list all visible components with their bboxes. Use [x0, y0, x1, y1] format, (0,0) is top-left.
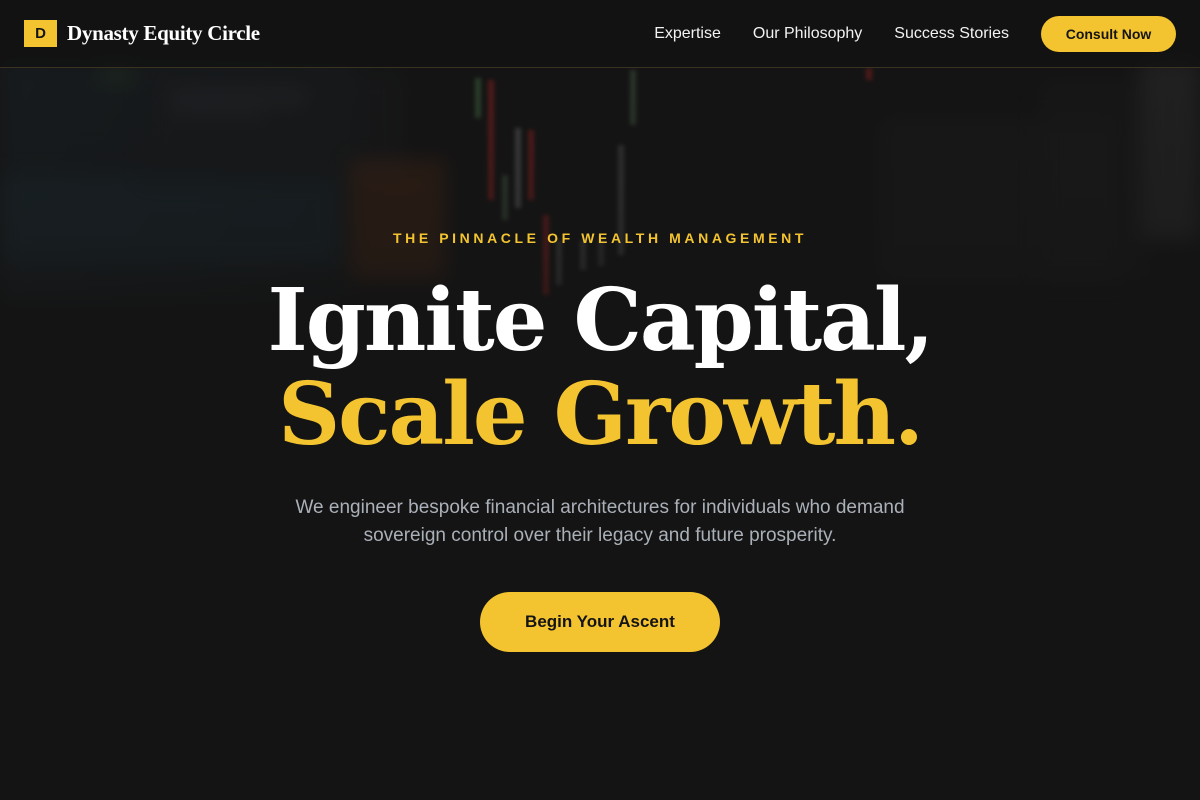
- hero-headline: Ignite Capital, Scale Growth.: [267, 270, 935, 465]
- main-nav: Expertise Our Philosophy Success Stories…: [654, 15, 1176, 52]
- begin-your-ascent-button[interactable]: Begin Your Ascent: [480, 592, 720, 652]
- brand-logo[interactable]: D Dynasty Equity Circle: [24, 20, 260, 47]
- nav-link-our-philosophy[interactable]: Our Philosophy: [753, 25, 862, 43]
- site-header: D Dynasty Equity Circle Expertise Our Ph…: [0, 0, 1200, 68]
- logo-mark: D: [24, 20, 57, 47]
- brand-name: Dynasty Equity Circle: [67, 21, 260, 45]
- consult-now-button[interactable]: Consult Now: [1041, 15, 1176, 52]
- headline-line-2: Scale Growth.: [278, 364, 924, 465]
- nav-link-expertise[interactable]: Expertise: [654, 25, 721, 43]
- nav-link-success-stories[interactable]: Success Stories: [894, 25, 1009, 43]
- hero-subcopy: We engineer bespoke financial architectu…: [295, 497, 905, 546]
- headline-line-1: Ignite Capital,: [267, 270, 935, 371]
- hero-eyebrow: THE PINNACLE OF WEALTH MANAGEMENT: [392, 230, 808, 246]
- hero-section: THE PINNACLE OF WEALTH MANAGEMENT Ignite…: [0, 0, 1200, 800]
